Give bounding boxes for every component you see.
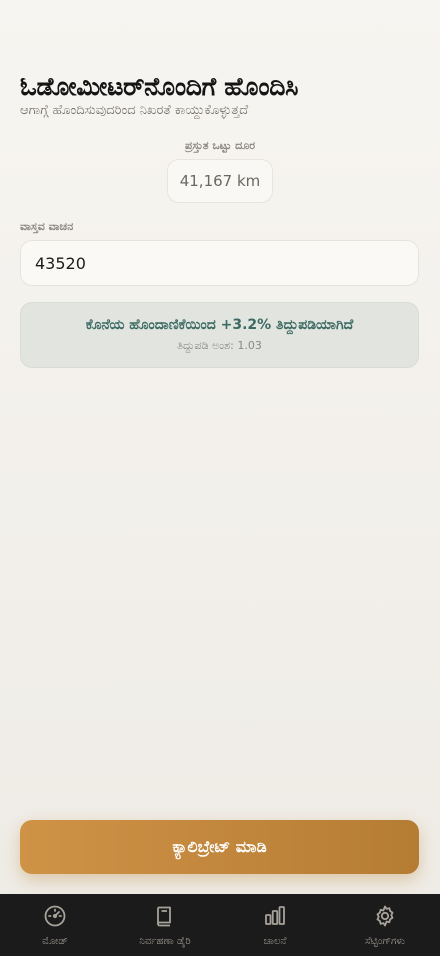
correction-info-card: ಕೊನೆಯ ಹೊಂದಾಣಿಕೆಯಿಂದ +3.2% ತಿದ್ದುಪಡಿಯಾಗಿದ… [20, 302, 419, 368]
correction-message: ಕೊನೆಯ ಹೊಂದಾಣಿಕೆಯಿಂದ +3.2% ತಿದ್ದುಪಡಿಯಾಗಿದ… [85, 317, 354, 333]
bottom-tab-bar: ಮೋಡ್ ನಿರ್ವಹಣಾ ಡೈರಿ ಚಾಲನೆ ಸ [0, 894, 440, 956]
page-subtitle: ಆಗಾಗ್ಗೆ ಹೊಂದಿಸುವುದರಿಂದ ನಿಖರತೆ ಕಾಯ್ದುಕೊಳ್… [20, 103, 249, 118]
odometer-total-display: 41,167 km [167, 159, 273, 203]
gear-icon [373, 904, 397, 932]
tab-driving[interactable]: ಚಾಲನೆ [220, 894, 330, 956]
tab-mode[interactable]: ಮೋಡ್ [0, 894, 110, 956]
calibrate-button[interactable]: ಕ್ಯಾಲಿಬ್ರೇಟ್ ಮಾಡಿ [20, 820, 419, 874]
actual-reading-input[interactable] [35, 253, 404, 273]
tab-settings[interactable]: ಸೆಟ್ಟಿಂಗ್‌ಗಳು [330, 894, 440, 956]
tab-label: ನಿರ್ವಹಣಾ ಡೈರಿ [139, 936, 191, 947]
bar-chart-icon [263, 904, 287, 932]
reading-field-container[interactable] [20, 240, 419, 286]
book-icon [153, 904, 177, 932]
tab-maintenance-diary[interactable]: ನಿರ್ವಹಣಾ ಡೈರಿ [110, 894, 220, 956]
correction-factor: ತಿದ್ದುಪಡಿ ಅಂಶ: 1.03 [177, 339, 262, 352]
odometer-label: ಪ್ರಸ್ತುತ ಒಟ್ಟು ದೂರ [184, 139, 256, 152]
tab-label: ಚಾಲನೆ [263, 936, 287, 947]
speedometer-icon [43, 904, 67, 932]
reading-label: ವಾಸ್ತವ ವಾಚನ [20, 220, 74, 233]
page-title: ಓಡೋಮೀಟರ್‌ನೊಂದಿಗೆ ಹೊಂದಿಸಿ [20, 72, 299, 101]
tab-label: ಸೆಟ್ಟಿಂಗ್‌ಗಳು [364, 936, 406, 947]
tab-label: ಮೋಡ್ [42, 936, 68, 947]
